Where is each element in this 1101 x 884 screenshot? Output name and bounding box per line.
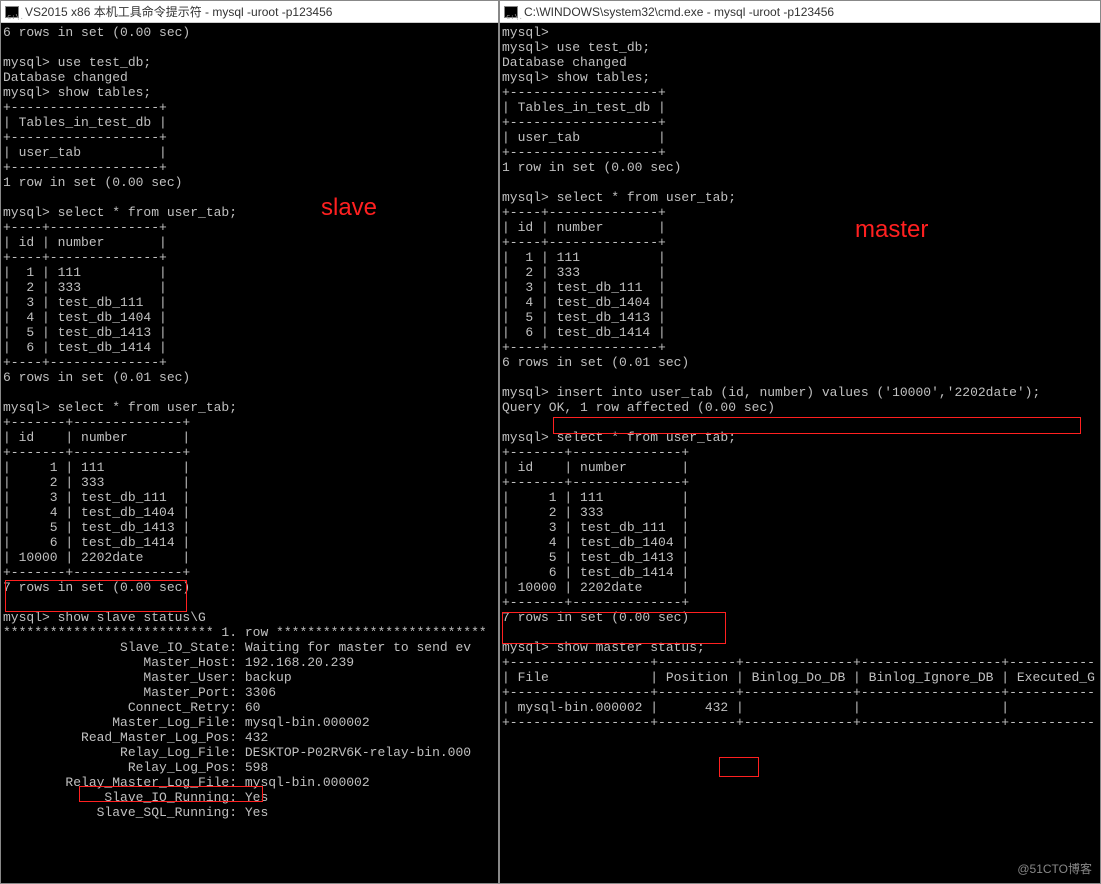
- cmd-icon: [5, 6, 19, 18]
- right-terminal-output[interactable]: mysql> mysql> use test_db; Database chan…: [500, 23, 1100, 732]
- left-titlebar[interactable]: VS2015 x86 本机工具命令提示符 - mysql -uroot -p12…: [1, 1, 498, 23]
- left-terminal-output[interactable]: 6 rows in set (0.00 sec) mysql> use test…: [1, 23, 498, 822]
- right-highlight-position: [719, 757, 759, 777]
- slave-terminal-window: VS2015 x86 本机工具命令提示符 - mysql -uroot -p12…: [0, 0, 499, 884]
- cmd-icon: [504, 6, 518, 18]
- right-titlebar[interactable]: C:\WINDOWS\system32\cmd.exe - mysql -uro…: [500, 1, 1100, 23]
- right-title-text: C:\WINDOWS\system32\cmd.exe - mysql -uro…: [524, 1, 834, 23]
- watermark: @51CTO博客: [1017, 860, 1092, 877]
- left-title-text: VS2015 x86 本机工具命令提示符 - mysql -uroot -p12…: [25, 1, 332, 23]
- master-terminal-window: C:\WINDOWS\system32\cmd.exe - mysql -uro…: [499, 0, 1101, 884]
